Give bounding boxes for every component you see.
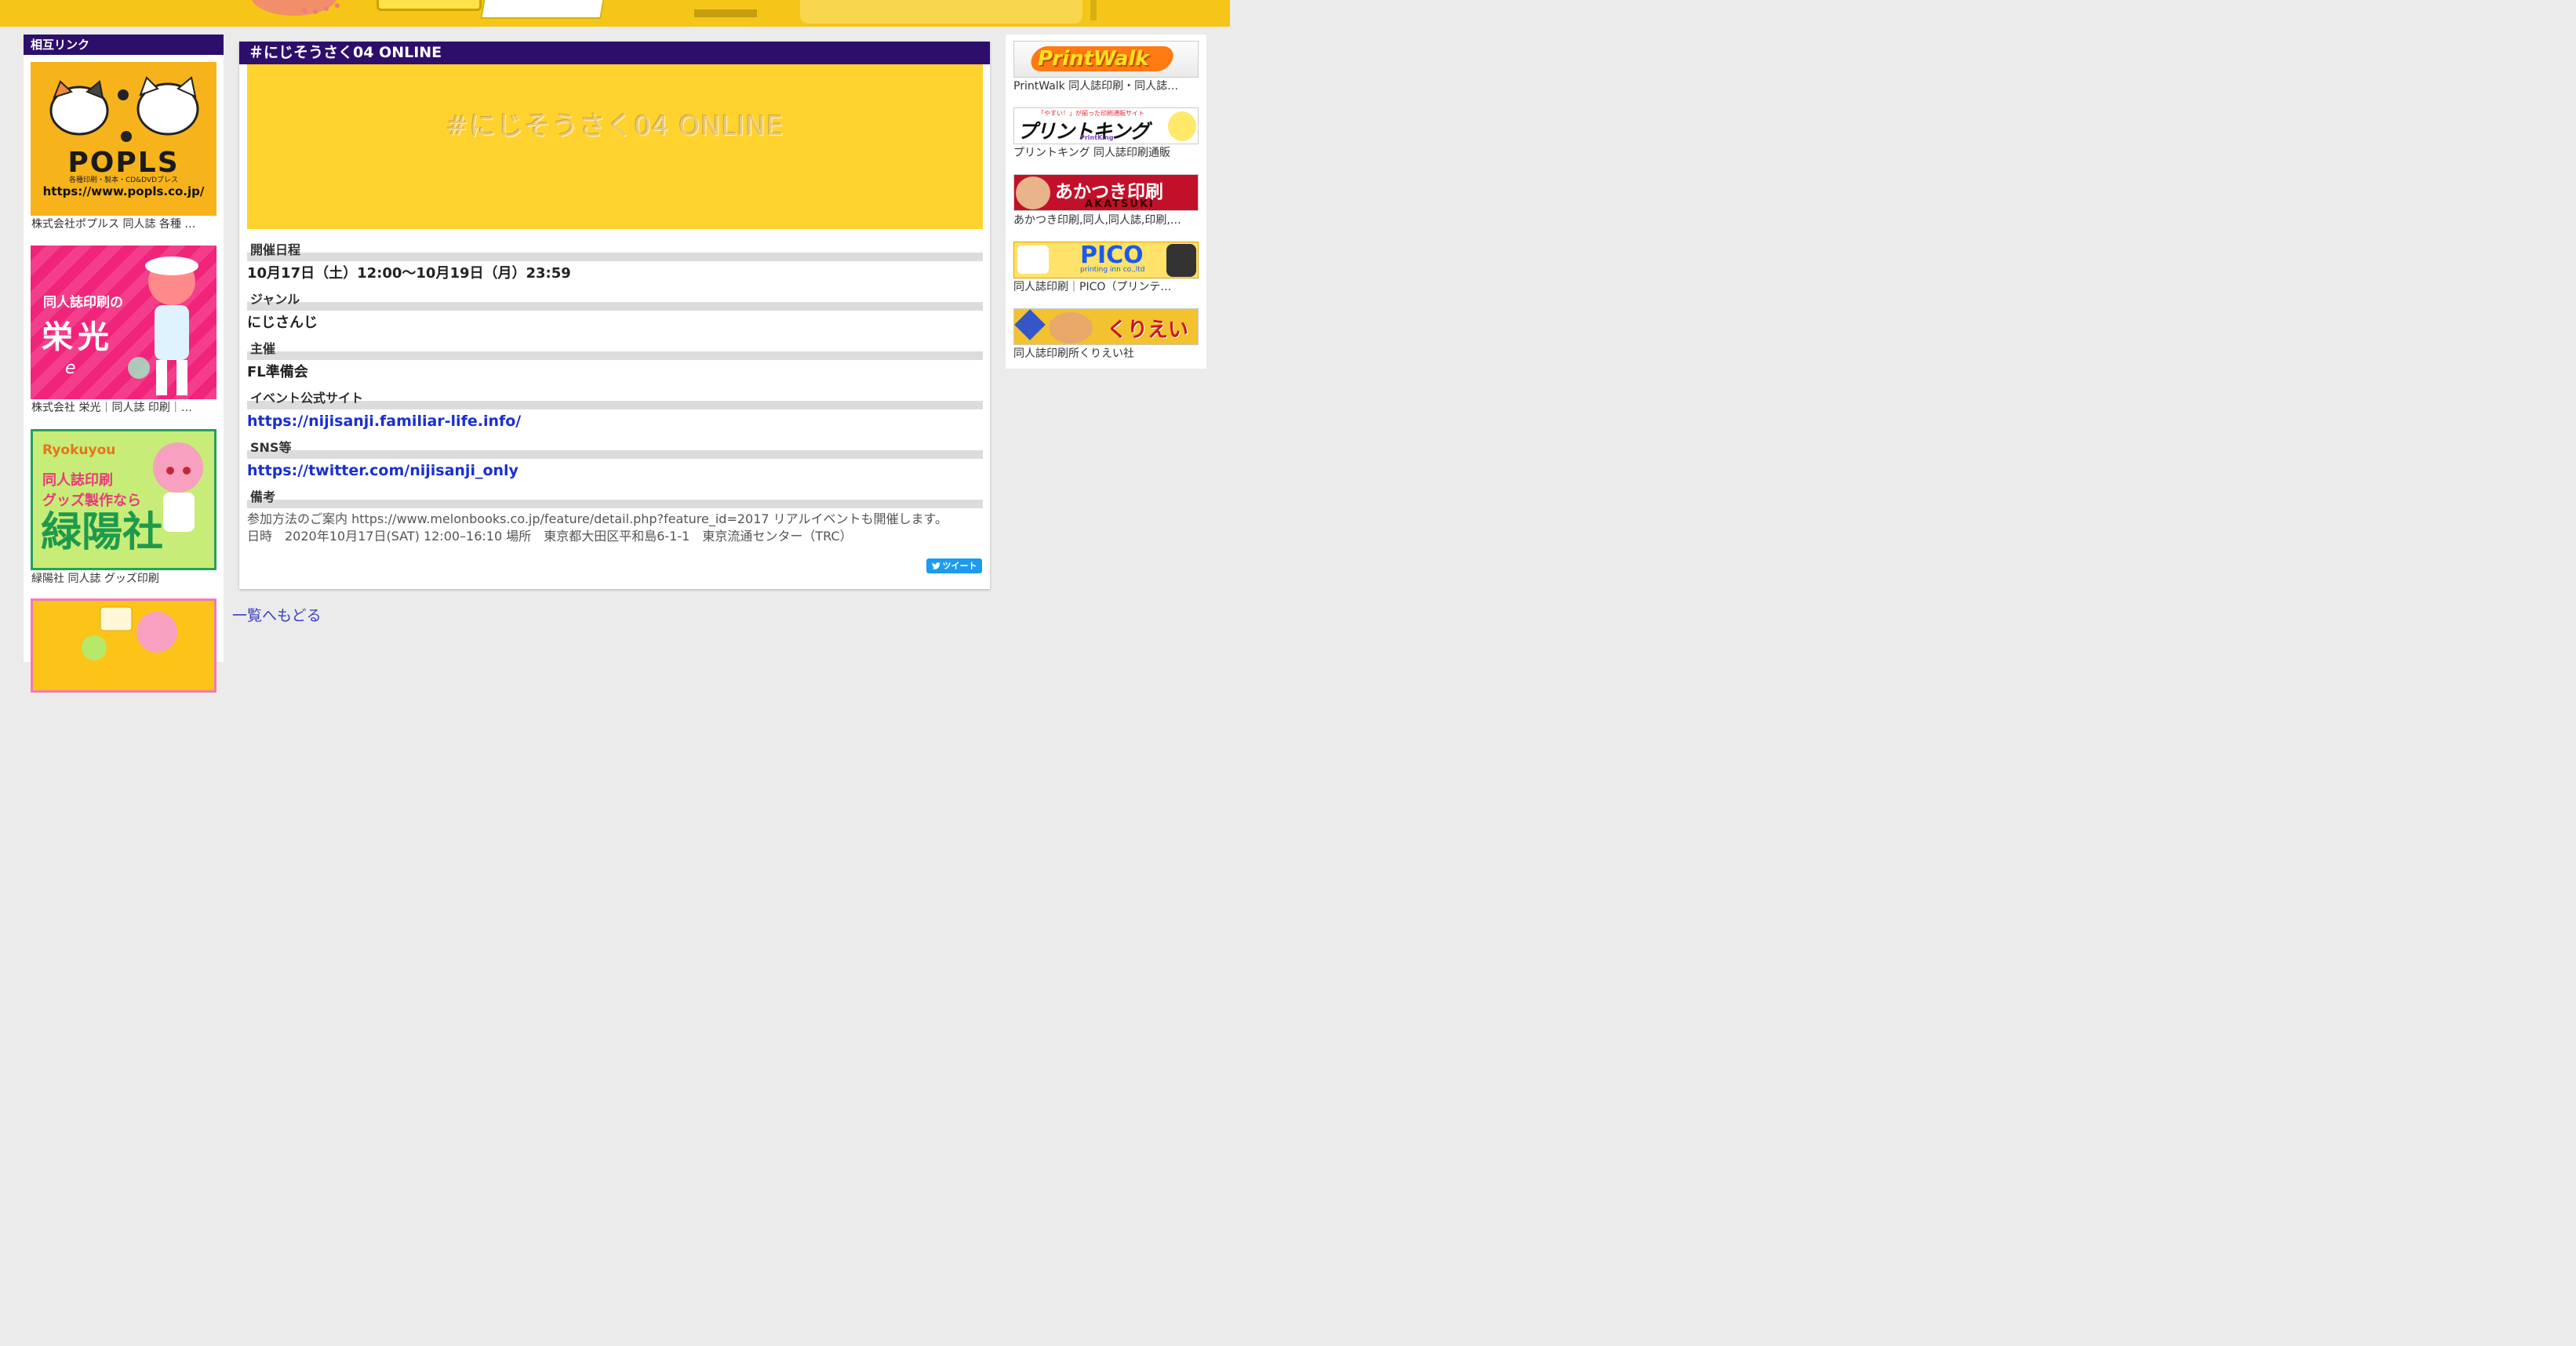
eikou-banner[interactable]: 同人誌印刷の 栄光 e — [31, 246, 216, 399]
banner-button-shape — [377, 0, 482, 11]
field-label: 主催 — [247, 342, 983, 360]
banner-divider — [1090, 0, 1097, 20]
event-hero-image: #にじそうさく04 ONLINE — [247, 64, 983, 229]
krieisha-mascot — [1049, 312, 1093, 344]
printking-mascot — [1168, 111, 1196, 141]
notes-text: 参加方法のご案内 https://www.melonbooks.co.jp/fe… — [247, 511, 983, 545]
event-title: ＃にじそうさく04 ONLINE — [239, 42, 990, 64]
field-label: SNS等 — [247, 441, 983, 459]
field-value: 10月17日（土）12:00〜10月19日（月）23:59 — [247, 265, 571, 282]
banner-trophy-base — [694, 9, 757, 17]
ryokuyou-line1: 同人誌印刷 — [42, 472, 113, 489]
right-sidebar: PrintWalk PrintWalk 同人誌印刷・同人誌… 「やすい！」が揃っ… — [1006, 35, 1206, 369]
notes-line: 参加方法のご案内 https://www.melonbooks.co.jp/fe… — [247, 511, 948, 526]
printking-en: PrintKing — [1080, 134, 1114, 141]
back-to-list-link[interactable]: 一覧へもどる — [232, 604, 322, 625]
ryokuyou-line2: グッズ製作なら — [42, 493, 141, 509]
sidebar-link-caption[interactable]: 株式会社ポプルス 同人誌 各種 … — [31, 218, 216, 231]
pico-logo: PICO — [1080, 242, 1144, 269]
field-value: にじさんじ — [247, 315, 318, 331]
banner-dots — [302, 8, 307, 13]
sidebar-link-caption[interactable]: 同人誌印刷｜PICO（プリンテ… — [1013, 281, 1199, 293]
krieisha-star — [1014, 309, 1046, 340]
event-detail-card: ＃にじそうさく04 ONLINE #にじそうさく04 ONLINE 開催日程 1… — [239, 42, 990, 589]
pico-banner[interactable]: PICO printing inn co.,ltd — [1013, 242, 1199, 278]
left-sidebar: 相互リンク POPLS 各種印刷・製本・CD&DVDプレス https://ww… — [24, 35, 224, 693]
tweet-button[interactable]: ツイート — [926, 558, 982, 573]
field-label: 開催日程 — [247, 243, 983, 261]
sidebar-link-caption[interactable]: 株式会社 栄光｜同人誌 印刷｜… — [31, 402, 216, 414]
sidebar-title: 相互リンク — [24, 35, 224, 55]
sns-link[interactable]: https://twitter.com/nijisanji_only — [247, 462, 983, 479]
field-official-site: イベント公式サイト https://nijisanji.familiar-lif… — [247, 391, 983, 430]
field-value: FL準備会 — [247, 364, 308, 380]
akatsuki-en: AKATSUKI — [1085, 198, 1155, 210]
field-label: イベント公式サイト — [247, 391, 983, 409]
eikou-line2: 栄光 — [42, 319, 114, 355]
banner-illustration — [82, 606, 177, 660]
banner-decoration — [251, 0, 337, 16]
field-organizer: 主催 FL準備会 — [247, 342, 983, 381]
sidebar-link-caption[interactable]: 緑陽社 同人誌 グッズ印刷 — [31, 573, 216, 585]
field-date: 開催日程 10月17日（土）12:00〜10月19日（月）23:59 — [247, 243, 983, 282]
sidebar-link-caption[interactable]: PrintWalk 同人誌印刷・同人誌… — [1013, 80, 1199, 93]
field-notes: 備考 参加方法のご案内 https://www.melonbooks.co.jp… — [247, 490, 983, 545]
top-banner — [0, 0, 1230, 27]
akatsuki-mascot — [1016, 176, 1050, 209]
sidebar-link-caption[interactable]: 同人誌印刷所くりえい社 — [1013, 347, 1199, 360]
krieisha-logo: くりえい社 — [1107, 318, 1189, 342]
sidebar-banner-partial[interactable] — [31, 598, 216, 693]
tweet-label: ツイート — [942, 561, 977, 571]
popls-banner[interactable]: POPLS 各種印刷・製本・CD&DVDプレス https://www.popl… — [31, 62, 216, 216]
field-label: 備考 — [247, 490, 983, 508]
banner-card-shape — [480, 0, 606, 19]
krieisha-banner[interactable]: くりえい社 — [1013, 308, 1199, 345]
eikou-line1: 同人誌印刷の — [43, 295, 123, 311]
ryokuyou-character — [153, 442, 203, 532]
popls-sub: 各種印刷・製本・CD&DVDプレス — [68, 176, 179, 184]
popls-url: https://www.popls.co.jp/ — [42, 184, 205, 198]
official-site-link[interactable]: https://nijisanji.familiar-life.info/ — [247, 413, 983, 430]
akatsuki-banner[interactable]: あかつき印刷 AKATSUKI — [1013, 174, 1199, 211]
banner-panel — [800, 0, 1082, 24]
pico-mascot-right — [1166, 244, 1196, 277]
field-genre: ジャンル にじさんじ — [247, 293, 983, 332]
hero-title: #にじそうさく04 ONLINE — [446, 110, 784, 142]
pico-mascot-left — [1017, 246, 1049, 274]
twitter-bird-icon — [931, 562, 941, 569]
field-label: ジャンル — [247, 293, 983, 311]
ryokuyou-en: Ryokuyou — [42, 442, 116, 458]
pico-sub: printing inn co.,ltd — [1080, 266, 1145, 274]
sidebar-link-caption[interactable]: プリントキング 同人誌印刷通販 — [1013, 147, 1199, 159]
printwalk-banner[interactable]: PrintWalk — [1013, 41, 1199, 78]
sidebar-link-caption[interactable]: あかつき印刷,同人,同人誌,印刷,… — [1013, 214, 1199, 227]
ryokuyou-banner[interactable]: Ryokuyou 同人誌印刷 グッズ製作なら 緑陽社 — [31, 429, 216, 570]
eikou-logo: e — [65, 358, 76, 378]
eikou-character — [128, 256, 198, 395]
notes-line: 日時 2020年10月17日(SAT) 12:00–16:10 場所 東京都大田… — [247, 529, 853, 544]
field-sns: SNS等 https://twitter.com/nijisanji_only — [247, 441, 983, 479]
printking-banner[interactable]: 「やすい！」が揃った印刷通販サイト プリントキング PrintKing — [1013, 107, 1199, 144]
printwalk-logo: PrintWalk — [1038, 47, 1149, 71]
